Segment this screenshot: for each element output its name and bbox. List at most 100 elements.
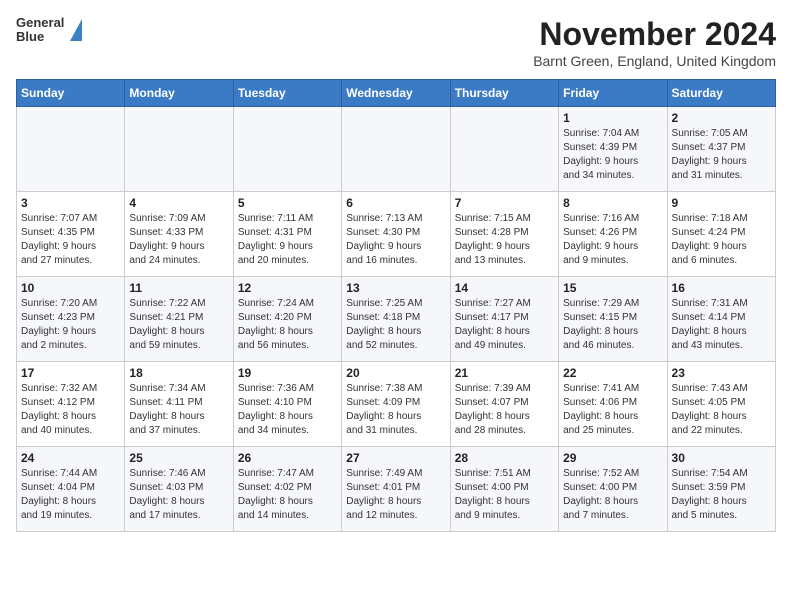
day-info: Sunrise: 7:52 AM Sunset: 4:00 PM Dayligh… xyxy=(563,467,662,523)
calendar-cell: 13 Sunrise: 7:25 AM Sunset: 4:18 PM Dayli… xyxy=(342,277,450,362)
day-number: 24 xyxy=(21,451,120,465)
day-number: 30 xyxy=(672,451,771,465)
week-row-1: 1 Sunrise: 7:04 AM Sunset: 4:39 PM Daylig… xyxy=(17,107,776,192)
calendar-cell: 27Sunrise: 7:49 AM Sunset: 4:01 PM Dayli… xyxy=(342,447,450,532)
weekday-header-friday: Friday xyxy=(559,80,667,107)
day-info: Sunrise: 7:32 AM Sunset: 4:12 PM Dayligh… xyxy=(21,382,120,438)
day-number: 7 xyxy=(455,196,554,210)
calendar-cell: 14Sunrise: 7:27 AM Sunset: 4:17 PM Dayli… xyxy=(450,277,558,362)
week-row-5: 24 Sunrise: 7:44 AM Sunset: 4:04 PM Dayli… xyxy=(17,447,776,532)
calendar-cell: 16 Sunrise: 7:31 AM Sunset: 4:14 PM Dayli… xyxy=(667,277,775,362)
day-info: Sunrise: 7:24 AM Sunset: 4:20 PM Dayligh… xyxy=(238,297,337,353)
day-number: 3 xyxy=(21,196,120,210)
calendar-cell xyxy=(342,107,450,192)
day-number: 2 xyxy=(672,111,771,125)
day-number: 21 xyxy=(455,366,554,380)
calendar-cell: 21Sunrise: 7:39 AM Sunset: 4:07 PM Dayli… xyxy=(450,362,558,447)
calendar-cell: 28 Sunrise: 7:51 AM Sunset: 4:00 PM Dayli… xyxy=(450,447,558,532)
month-title: November 2024 xyxy=(533,16,776,53)
week-row-2: 3Sunrise: 7:07 AM Sunset: 4:35 PM Daylig… xyxy=(17,192,776,277)
weekday-header-row: SundayMondayTuesdayWednesdayThursdayFrid… xyxy=(17,80,776,107)
day-info: Sunrise: 7:31 AM Sunset: 4:14 PM Dayligh… xyxy=(672,297,771,353)
day-info: Sunrise: 7:15 AM Sunset: 4:28 PM Dayligh… xyxy=(455,212,554,268)
calendar-body: 1 Sunrise: 7:04 AM Sunset: 4:39 PM Daylig… xyxy=(17,107,776,532)
calendar-cell: 26 Sunrise: 7:47 AM Sunset: 4:02 PM Dayli… xyxy=(233,447,341,532)
calendar-cell: 1 Sunrise: 7:04 AM Sunset: 4:39 PM Daylig… xyxy=(559,107,667,192)
day-info: Sunrise: 7:13 AM Sunset: 4:30 PM Dayligh… xyxy=(346,212,445,268)
calendar-cell: 6 Sunrise: 7:13 AM Sunset: 4:30 PM Daylig… xyxy=(342,192,450,277)
day-number: 25 xyxy=(129,451,228,465)
calendar-cell: 4 Sunrise: 7:09 AM Sunset: 4:33 PM Daylig… xyxy=(125,192,233,277)
day-number: 11 xyxy=(129,281,228,295)
day-number: 10 xyxy=(21,281,120,295)
day-number: 16 xyxy=(672,281,771,295)
day-info: Sunrise: 7:34 AM Sunset: 4:11 PM Dayligh… xyxy=(129,382,228,438)
day-number: 28 xyxy=(455,451,554,465)
weekday-header-wednesday: Wednesday xyxy=(342,80,450,107)
day-info: Sunrise: 7:25 AM Sunset: 4:18 PM Dayligh… xyxy=(346,297,445,353)
day-number: 26 xyxy=(238,451,337,465)
calendar-cell: 8 Sunrise: 7:16 AM Sunset: 4:26 PM Daylig… xyxy=(559,192,667,277)
day-info: Sunrise: 7:11 AM Sunset: 4:31 PM Dayligh… xyxy=(238,212,337,268)
day-info: Sunrise: 7:16 AM Sunset: 4:26 PM Dayligh… xyxy=(563,212,662,268)
day-info: Sunrise: 7:18 AM Sunset: 4:24 PM Dayligh… xyxy=(672,212,771,268)
day-number: 20 xyxy=(346,366,445,380)
calendar-cell: 12 Sunrise: 7:24 AM Sunset: 4:20 PM Dayli… xyxy=(233,277,341,362)
logo-line1: General xyxy=(16,16,64,30)
location: Barnt Green, England, United Kingdom xyxy=(533,53,776,69)
day-number: 5 xyxy=(238,196,337,210)
calendar-cell: 5 Sunrise: 7:11 AM Sunset: 4:31 PM Daylig… xyxy=(233,192,341,277)
weekday-header-monday: Monday xyxy=(125,80,233,107)
calendar-table: SundayMondayTuesdayWednesdayThursdayFrid… xyxy=(16,79,776,532)
day-number: 1 xyxy=(563,111,662,125)
calendar-cell: 30 Sunrise: 7:54 AM Sunset: 3:59 PM Dayli… xyxy=(667,447,775,532)
day-number: 6 xyxy=(346,196,445,210)
day-number: 8 xyxy=(563,196,662,210)
day-info: Sunrise: 7:05 AM Sunset: 4:37 PM Dayligh… xyxy=(672,127,771,183)
calendar-cell: 2 Sunrise: 7:05 AM Sunset: 4:37 PM Daylig… xyxy=(667,107,775,192)
weekday-header-tuesday: Tuesday xyxy=(233,80,341,107)
day-info: Sunrise: 7:46 AM Sunset: 4:03 PM Dayligh… xyxy=(129,467,228,523)
calendar-cell: 29Sunrise: 7:52 AM Sunset: 4:00 PM Dayli… xyxy=(559,447,667,532)
day-info: Sunrise: 7:22 AM Sunset: 4:21 PM Dayligh… xyxy=(129,297,228,353)
calendar-cell: 24 Sunrise: 7:44 AM Sunset: 4:04 PM Dayli… xyxy=(17,447,125,532)
day-info: Sunrise: 7:41 AM Sunset: 4:06 PM Dayligh… xyxy=(563,382,662,438)
calendar-cell: 25 Sunrise: 7:46 AM Sunset: 4:03 PM Dayli… xyxy=(125,447,233,532)
calendar-cell: 17Sunrise: 7:32 AM Sunset: 4:12 PM Dayli… xyxy=(17,362,125,447)
calendar-cell: 20 Sunrise: 7:38 AM Sunset: 4:09 PM Dayli… xyxy=(342,362,450,447)
calendar-cell xyxy=(17,107,125,192)
week-row-4: 17Sunrise: 7:32 AM Sunset: 4:12 PM Dayli… xyxy=(17,362,776,447)
calendar-cell: 11 Sunrise: 7:22 AM Sunset: 4:21 PM Dayli… xyxy=(125,277,233,362)
calendar-cell xyxy=(233,107,341,192)
calendar-cell: 10Sunrise: 7:20 AM Sunset: 4:23 PM Dayli… xyxy=(17,277,125,362)
day-number: 12 xyxy=(238,281,337,295)
calendar-cell xyxy=(450,107,558,192)
day-number: 22 xyxy=(563,366,662,380)
calendar-cell: 15Sunrise: 7:29 AM Sunset: 4:15 PM Dayli… xyxy=(559,277,667,362)
day-number: 27 xyxy=(346,451,445,465)
day-info: Sunrise: 7:47 AM Sunset: 4:02 PM Dayligh… xyxy=(238,467,337,523)
title-area: November 2024 Barnt Green, England, Unit… xyxy=(533,16,776,69)
logo-text: General Blue xyxy=(16,16,64,45)
day-info: Sunrise: 7:09 AM Sunset: 4:33 PM Dayligh… xyxy=(129,212,228,268)
day-info: Sunrise: 7:44 AM Sunset: 4:04 PM Dayligh… xyxy=(21,467,120,523)
calendar-cell: 23 Sunrise: 7:43 AM Sunset: 4:05 PM Dayli… xyxy=(667,362,775,447)
day-number: 4 xyxy=(129,196,228,210)
day-number: 18 xyxy=(129,366,228,380)
calendar-cell: 18 Sunrise: 7:34 AM Sunset: 4:11 PM Dayli… xyxy=(125,362,233,447)
logo-line2: Blue xyxy=(16,30,64,44)
day-number: 23 xyxy=(672,366,771,380)
day-info: Sunrise: 7:43 AM Sunset: 4:05 PM Dayligh… xyxy=(672,382,771,438)
calendar-cell: 7 Sunrise: 7:15 AM Sunset: 4:28 PM Daylig… xyxy=(450,192,558,277)
day-info: Sunrise: 7:04 AM Sunset: 4:39 PM Dayligh… xyxy=(563,127,662,183)
day-info: Sunrise: 7:51 AM Sunset: 4:00 PM Dayligh… xyxy=(455,467,554,523)
day-info: Sunrise: 7:54 AM Sunset: 3:59 PM Dayligh… xyxy=(672,467,771,523)
calendar-cell xyxy=(125,107,233,192)
day-number: 15 xyxy=(563,281,662,295)
calendar-cell: 22 Sunrise: 7:41 AM Sunset: 4:06 PM Dayli… xyxy=(559,362,667,447)
day-number: 13 xyxy=(346,281,445,295)
day-info: Sunrise: 7:36 AM Sunset: 4:10 PM Dayligh… xyxy=(238,382,337,438)
calendar-cell: 3Sunrise: 7:07 AM Sunset: 4:35 PM Daylig… xyxy=(17,192,125,277)
day-info: Sunrise: 7:38 AM Sunset: 4:09 PM Dayligh… xyxy=(346,382,445,438)
day-number: 19 xyxy=(238,366,337,380)
